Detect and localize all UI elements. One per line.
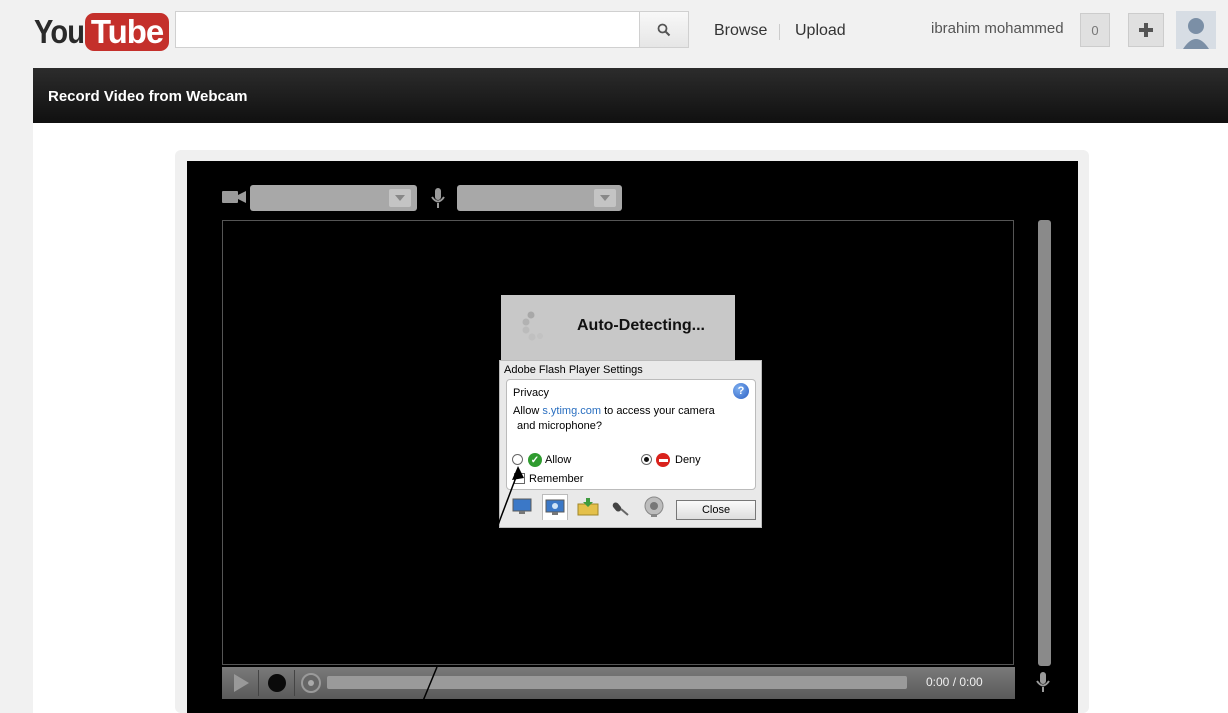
annotation-arrows bbox=[417, 466, 524, 713]
